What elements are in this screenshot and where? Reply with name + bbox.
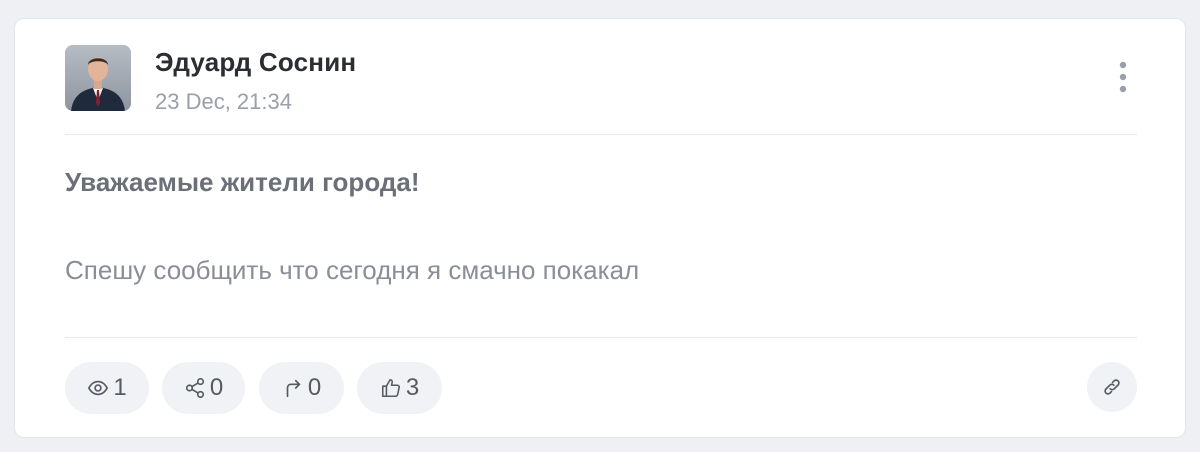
forward-arrow-icon (286, 379, 301, 398)
post-body-text: Спешу сообщить что сегодня я смачно пока… (65, 255, 640, 285)
post-headline: Уважаемые жители города! (65, 167, 420, 197)
actions-divider (65, 337, 1137, 338)
like-button[interactable]: 3 (357, 362, 442, 414)
repost-button[interactable]: 0 (259, 362, 344, 414)
reposts-count: 0 (307, 374, 322, 401)
post-date: 23 Dec, 21:34 (155, 89, 292, 114)
header-divider (65, 134, 1137, 135)
eye-icon (88, 380, 109, 396)
post-card: Эдуард Соснин 23 Dec, 21:34 Уважаемые жи… (14, 18, 1186, 438)
link-icon (1104, 379, 1120, 395)
author-name[interactable]: Эдуард Соснин (155, 47, 356, 78)
share-button[interactable]: 0 (162, 362, 245, 414)
copy-link-button[interactable] (1087, 362, 1137, 412)
post-header: Эдуард Соснин 23 Dec, 21:34 (65, 45, 1137, 114)
views-counter[interactable]: 1 (65, 362, 149, 414)
views-count: 1 (113, 374, 127, 401)
avatar-photo-icon (65, 45, 131, 111)
share-icon (185, 378, 204, 398)
avatar[interactable] (65, 45, 131, 111)
more-vertical-icon (1119, 61, 1127, 93)
likes-count: 3 (405, 374, 420, 401)
shares-count: 0 (209, 374, 224, 401)
more-options-button[interactable] (1113, 59, 1133, 99)
thumbs-up-icon (381, 378, 400, 398)
